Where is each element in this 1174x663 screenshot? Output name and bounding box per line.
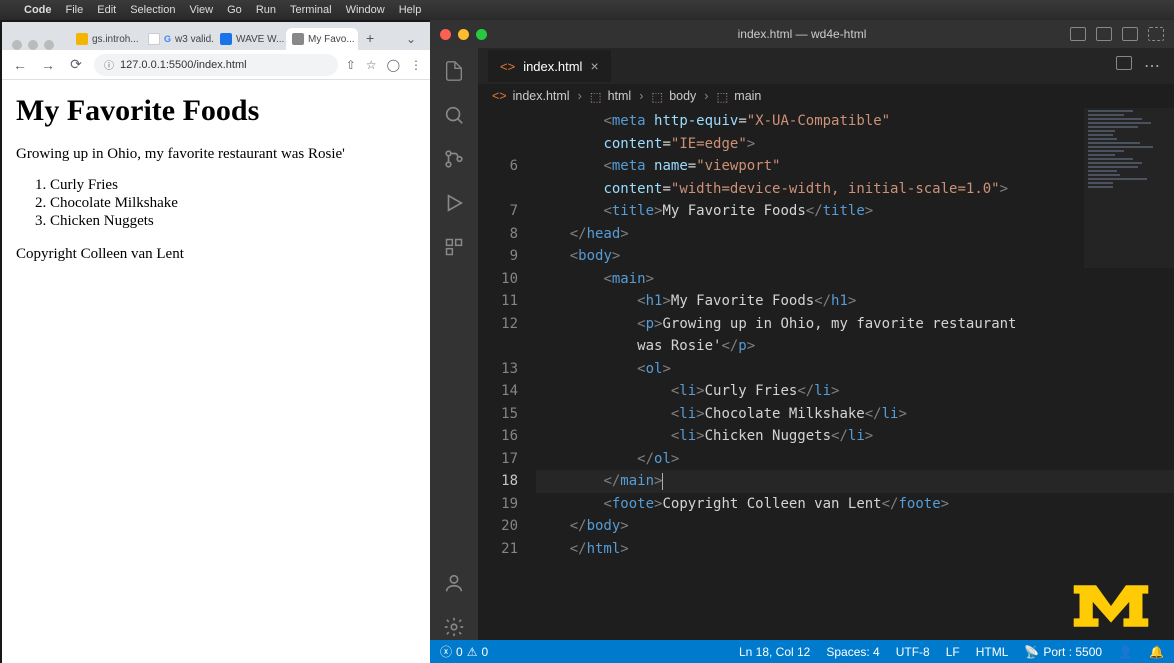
code-editor[interactable]: 6 789101112 131415161718192021 <meta htt… [478,108,1174,640]
new-tab-button[interactable]: + [358,26,382,50]
app-name[interactable]: Code [24,4,52,16]
layout-secondary-sidebar-icon[interactable] [1122,27,1138,41]
more-actions-icon[interactable]: ⋯ [1144,56,1160,76]
symbol-icon: ⬚ [651,89,663,104]
accounts-icon[interactable] [441,570,467,596]
status-liveserver[interactable]: 📡Port : 5500 [1024,645,1102,659]
minimap[interactable] [1084,108,1174,268]
browser-tab-0[interactable]: gs.introh...× [70,28,142,50]
status-eol[interactable]: LF [946,645,960,659]
settings-gear-icon[interactable] [441,614,467,640]
list-item: Chocolate Milkshake [50,195,416,212]
copyright-text: Copyright Colleen van Lent [16,246,416,263]
food-list: Curly Fries Chocolate Milkshake Chicken … [50,177,416,230]
browser-toolbar: ← → ⟳ ⓘ 127.0.0.1:5500/index.html ⇧ ☆ ◯ … [2,50,430,80]
address-bar[interactable]: ⓘ 127.0.0.1:5500/index.html [94,54,338,76]
chevron-right-icon: › [639,89,643,103]
code-content[interactable]: <meta http-equiv="X-UA-Compatible" conte… [536,108,1174,640]
window-title: index.html — wd4e-html [738,27,867,41]
favicon-icon [292,33,304,45]
mac-menubar: Code File Edit Selection View Go Run Ter… [0,0,1174,20]
share-icon[interactable]: ⇧ [346,58,356,72]
window-zoom-icon[interactable] [44,40,54,50]
editor-tab-index-html[interactable]: <> index.html × [488,50,611,82]
chevron-right-icon: › [704,89,708,103]
back-button[interactable]: ← [10,57,30,73]
html-file-icon: <> [500,59,515,74]
browser-tab-3-active[interactable]: My Favo...× [286,28,358,50]
bookmark-icon[interactable]: ☆ [366,58,377,72]
browser-tabstrip: gs.introh...× Gw3 valid...× WAVE W...× M… [2,22,430,50]
menu-terminal[interactable]: Terminal [290,4,332,16]
list-item: Curly Fries [50,177,416,194]
tab-overflow-icon[interactable]: ⌄ [398,28,424,50]
explorer-icon[interactable] [441,58,467,84]
site-info-icon[interactable]: ⓘ [104,57,114,72]
status-errors[interactable]: ⓧ0 ⚠0 [440,643,488,660]
profile-icon[interactable]: ◯ [387,58,400,72]
extensions-icon[interactable] [441,234,467,260]
activity-bar [430,48,478,640]
menu-window[interactable]: Window [346,4,385,16]
search-icon[interactable] [441,102,467,128]
status-spaces[interactable]: Spaces: 4 [826,645,879,659]
layout-customize-icon[interactable] [1148,27,1164,41]
layout-panel-icon[interactable] [1096,27,1112,41]
menu-run[interactable]: Run [256,4,276,16]
reload-button[interactable]: ⟳ [66,56,86,73]
chevron-right-icon: › [578,89,582,103]
forward-button[interactable]: → [38,57,58,73]
symbol-icon: ⬚ [716,89,728,104]
status-position[interactable]: Ln 18, Col 12 [739,645,810,659]
menu-help[interactable]: Help [399,4,422,16]
vscode-window: index.html — wd4e-html [430,20,1174,663]
error-icon: ⓧ [440,643,452,660]
menu-view[interactable]: View [189,4,213,16]
browser-window: gs.introh...× Gw3 valid...× WAVE W...× M… [2,22,430,663]
status-bar: ⓧ0 ⚠0 Ln 18, Col 12 Spaces: 4 UTF-8 LF H… [430,640,1174,663]
status-language[interactable]: HTML [976,645,1009,659]
favicon-icon [220,33,232,45]
vscode-titlebar: index.html — wd4e-html [430,20,1174,48]
status-bell-icon[interactable]: 🔔 [1149,645,1164,659]
url-text: 127.0.0.1:5500/index.html [120,59,247,71]
favicon-icon [148,33,160,45]
broadcast-icon: 📡 [1024,645,1039,659]
editor-tabs: <> index.html × ⋯ [478,48,1174,84]
browser-tab-2[interactable]: WAVE W...× [214,28,286,50]
warning-icon: ⚠ [467,645,478,659]
symbol-icon: ⬚ [590,89,602,104]
menu-selection[interactable]: Selection [130,4,175,16]
window-zoom-icon[interactable] [476,29,487,40]
layout-primary-sidebar-icon[interactable] [1070,27,1086,41]
window-minimize-icon[interactable] [28,40,38,50]
status-encoding[interactable]: UTF-8 [896,645,930,659]
menu-file[interactable]: File [66,4,84,16]
browser-viewport: My Favorite Foods Growing up in Ohio, my… [2,80,430,663]
intro-paragraph: Growing up in Ohio, my favorite restaura… [16,146,416,163]
html-file-icon: <> [492,89,507,103]
browser-tab-1[interactable]: Gw3 valid...× [142,28,214,50]
close-icon[interactable]: × [590,58,598,74]
favicon-icon [76,33,88,45]
menu-go[interactable]: Go [227,4,242,16]
breadcrumb[interactable]: <> index.html › ⬚ html › ⬚ body › ⬚ main [478,84,1174,108]
run-debug-icon[interactable] [441,190,467,216]
menu-icon[interactable]: ⋮ [410,58,422,72]
menu-edit[interactable]: Edit [97,4,116,16]
window-minimize-icon[interactable] [458,29,469,40]
page-title: My Favorite Foods [16,94,416,128]
source-control-icon[interactable] [441,146,467,172]
list-item: Chicken Nuggets [50,213,416,230]
status-feedback-icon[interactable]: 👤 [1118,645,1133,659]
window-close-icon[interactable] [12,40,22,50]
split-editor-icon[interactable] [1116,56,1132,70]
window-close-icon[interactable] [440,29,451,40]
michigan-logo-icon [1068,577,1154,635]
line-gutter: 6 789101112 131415161718192021 [478,108,536,640]
editor-area: <> index.html × ⋯ <> index.html › ⬚ html [478,48,1174,640]
